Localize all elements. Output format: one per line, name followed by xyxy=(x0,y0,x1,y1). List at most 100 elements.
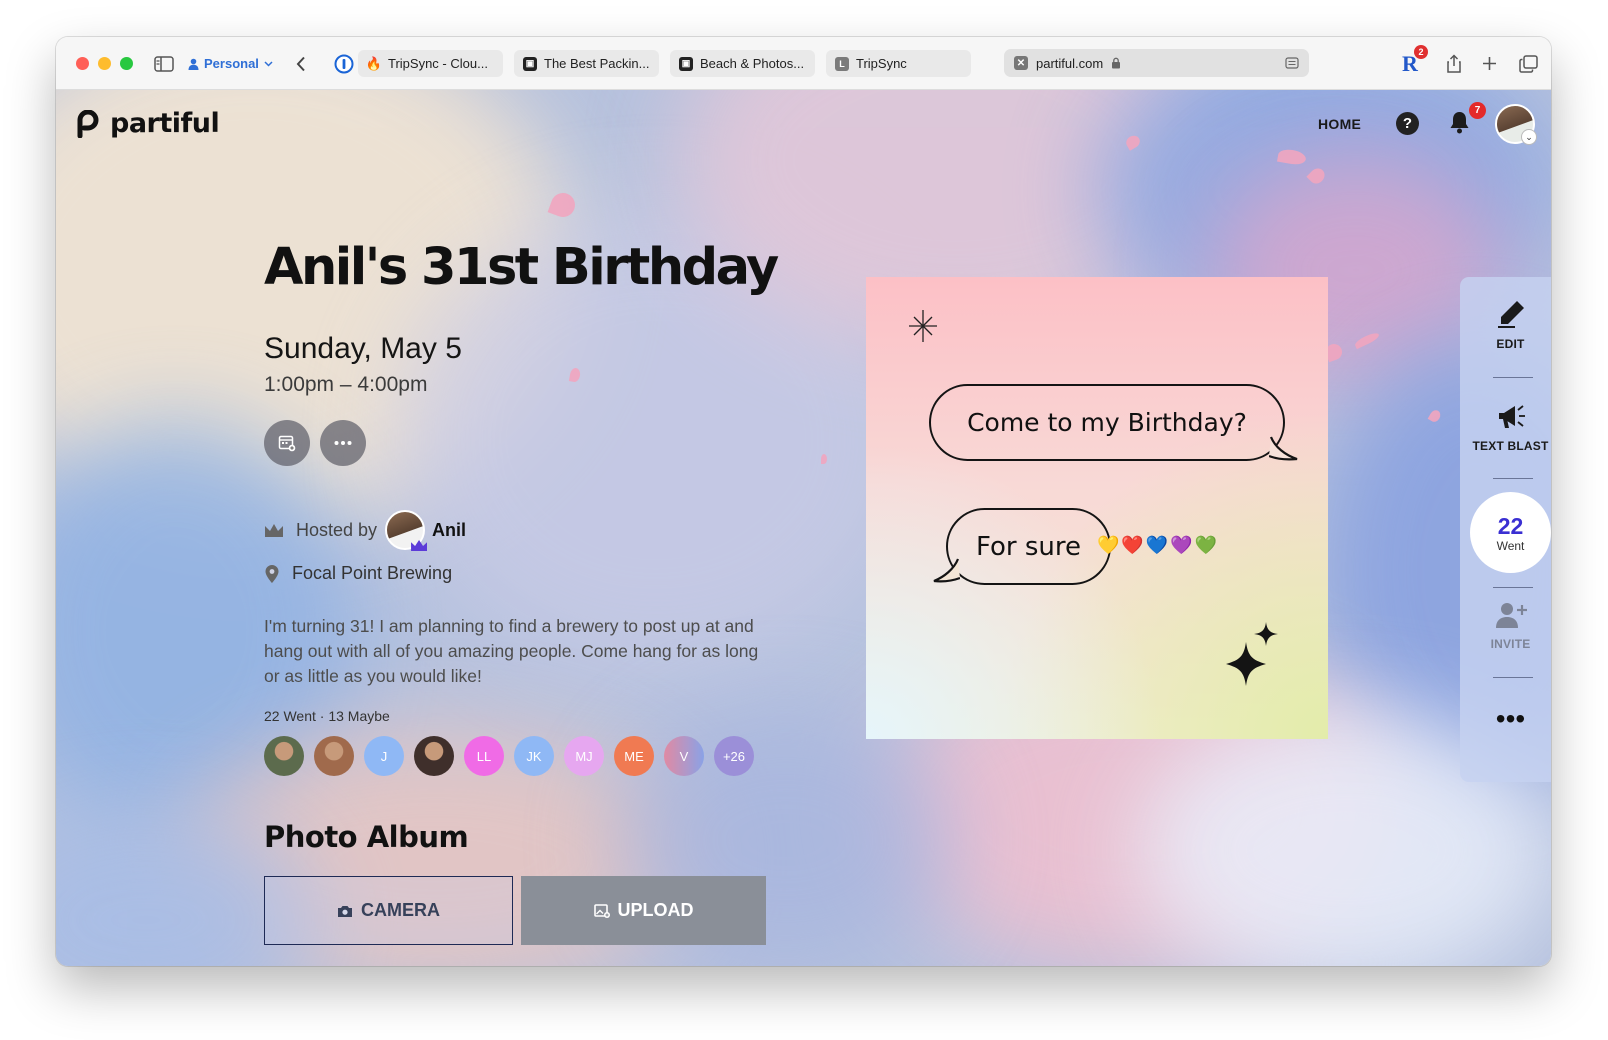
bubble-tail-icon xyxy=(1269,436,1298,461)
camera-button[interactable]: CAMERA xyxy=(264,876,513,945)
guest-avatar[interactable]: MJ xyxy=(564,736,604,776)
bubble-tail-icon xyxy=(933,558,960,583)
crown-icon xyxy=(265,523,283,537)
browser-tab[interactable]: ▣ Beach & Photos... xyxy=(670,50,815,77)
went-label: Went xyxy=(1496,538,1525,553)
petal-decoration xyxy=(821,454,827,464)
went-count: 22 xyxy=(1497,512,1524,539)
event-date: Sunday, May 5 xyxy=(264,332,462,365)
tab-title: TripSync - Clou... xyxy=(388,56,488,71)
sidebar-toggle-icon[interactable] xyxy=(154,37,174,90)
bubble-reply-text: For sure xyxy=(975,531,1082,562)
guest-avatar[interactable]: V xyxy=(664,736,704,776)
host-crown-icon xyxy=(411,540,428,551)
host-avatar[interactable] xyxy=(385,510,428,551)
sparkle-icon xyxy=(909,310,937,342)
divider xyxy=(1493,677,1533,678)
tab-overview-icon[interactable] xyxy=(1519,37,1538,90)
upload-label: UPLOAD xyxy=(617,900,694,920)
new-tab-icon[interactable] xyxy=(1482,37,1497,90)
guest-avatar[interactable]: J xyxy=(364,736,404,776)
chat-bubble-reply: For sure xyxy=(946,508,1111,585)
event-page: partiful HOME ? 7 ⌄ Anil's 31st Birthday… xyxy=(56,90,1551,966)
upload-button[interactable]: UPLOAD xyxy=(521,876,766,945)
add-person-icon xyxy=(1495,603,1527,628)
tab-title: TripSync xyxy=(856,56,907,71)
share-icon[interactable] xyxy=(1446,37,1462,90)
notifications-bell-icon[interactable] xyxy=(1449,110,1470,139)
browser-tab[interactable]: L TripSync xyxy=(826,50,971,77)
url-text: partiful.com xyxy=(1036,55,1104,71)
profile-label: Personal xyxy=(204,56,259,71)
partiful-logo-icon xyxy=(77,109,99,138)
lock-icon xyxy=(1112,57,1121,69)
reader-icon[interactable] xyxy=(1285,57,1299,69)
divider xyxy=(1493,377,1533,378)
divider xyxy=(1493,478,1533,479)
partiful-logo[interactable]: partiful xyxy=(76,108,220,139)
chevron-down-icon xyxy=(264,60,273,67)
address-bar[interactable]: ✕ partiful.com xyxy=(1004,49,1309,77)
zoom-window-button[interactable] xyxy=(120,57,133,70)
event-description: I'm turning 31! I am planning to find a … xyxy=(264,616,759,686)
avatar-chevron-down-icon[interactable]: ⌄ xyxy=(1521,129,1537,145)
event-actions-sidebar: EDIT TEXT BLAST 22 Went INVITE ••• xyxy=(1460,277,1551,782)
hearts-emoji: 💛❤️💙💜💚 xyxy=(1097,535,1220,555)
extension-r-icon[interactable]: R 2 xyxy=(1402,45,1428,77)
pencil-icon xyxy=(1497,301,1524,328)
text-blast-button[interactable]: TEXT BLAST xyxy=(1460,401,1551,453)
guest-avatar-list[interactable]: J LL JK MJ ME V +26 xyxy=(264,736,764,776)
hosted-by-label: Hosted by xyxy=(296,519,378,540)
bubble-question-text: Come to my Birthday? xyxy=(967,408,1247,437)
guest-avatar[interactable]: LL xyxy=(464,736,504,776)
browser-tab[interactable]: 🔥 TripSync - Clou... xyxy=(358,50,503,77)
edit-label: EDIT xyxy=(1496,337,1525,351)
home-link[interactable]: HOME xyxy=(1318,116,1361,132)
password-manager-icon[interactable] xyxy=(334,37,354,90)
four-point-star-icon xyxy=(1226,622,1278,686)
window-controls xyxy=(76,57,133,70)
guest-counts[interactable]: 22 Went · 13 Maybe xyxy=(264,708,390,724)
location-text: Focal Point Brewing xyxy=(292,563,453,583)
minimize-window-button[interactable] xyxy=(98,57,111,70)
profile-switcher[interactable]: Personal xyxy=(188,37,273,90)
guest-avatar[interactable] xyxy=(264,736,304,776)
chat-bubble-question: Come to my Birthday? xyxy=(929,384,1285,461)
l-favicon-icon: L xyxy=(835,56,849,71)
chevron-left-icon xyxy=(296,56,305,71)
invitation-card-image: Come to my Birthday? For sure 💛❤️💙💜💚 xyxy=(866,277,1328,739)
camera-label: CAMERA xyxy=(361,900,440,920)
guest-avatar[interactable]: +26 xyxy=(714,736,754,776)
help-button[interactable]: ? xyxy=(1396,112,1419,135)
megaphone-icon xyxy=(1498,405,1525,428)
guest-avatar[interactable] xyxy=(414,736,454,776)
location-row[interactable]: Focal Point Brewing xyxy=(264,563,452,584)
guest-avatar[interactable]: JK xyxy=(514,736,554,776)
close-tab-icon[interactable]: ✕ xyxy=(1014,56,1028,70)
invite-label: INVITE xyxy=(1490,637,1531,651)
event-time: 1:00pm – 4:00pm xyxy=(264,373,428,396)
flame-icon: 🔥 xyxy=(365,55,383,71)
more-actions-button[interactable]: ••• xyxy=(1460,705,1551,733)
map-pin-icon xyxy=(265,564,279,583)
edit-button[interactable]: EDIT xyxy=(1460,299,1551,351)
more-options-button[interactable] xyxy=(320,420,366,466)
site-favicon-icon: ▣ xyxy=(679,56,693,71)
ellipsis-icon xyxy=(334,441,352,445)
event-title: Anil's 31st Birthday xyxy=(264,238,779,297)
camera-icon xyxy=(338,905,352,917)
image-upload-icon xyxy=(593,903,610,918)
text-blast-label: TEXT BLAST xyxy=(1472,439,1549,453)
calendar-add-icon xyxy=(278,435,296,452)
browser-tab[interactable]: ▣ The Best Packin... xyxy=(514,50,659,77)
site-favicon-icon: ▣ xyxy=(523,56,537,71)
guest-avatar[interactable]: ME xyxy=(614,736,654,776)
invite-button[interactable]: INVITE xyxy=(1460,601,1551,651)
close-window-button[interactable] xyxy=(76,57,89,70)
went-count-button[interactable]: 22 Went xyxy=(1470,492,1551,573)
guest-avatar[interactable] xyxy=(314,736,354,776)
photo-album-title: Photo Album xyxy=(264,820,469,854)
back-button[interactable] xyxy=(296,37,306,90)
host-name[interactable]: Anil xyxy=(432,520,466,541)
add-to-calendar-button[interactable] xyxy=(264,420,310,466)
